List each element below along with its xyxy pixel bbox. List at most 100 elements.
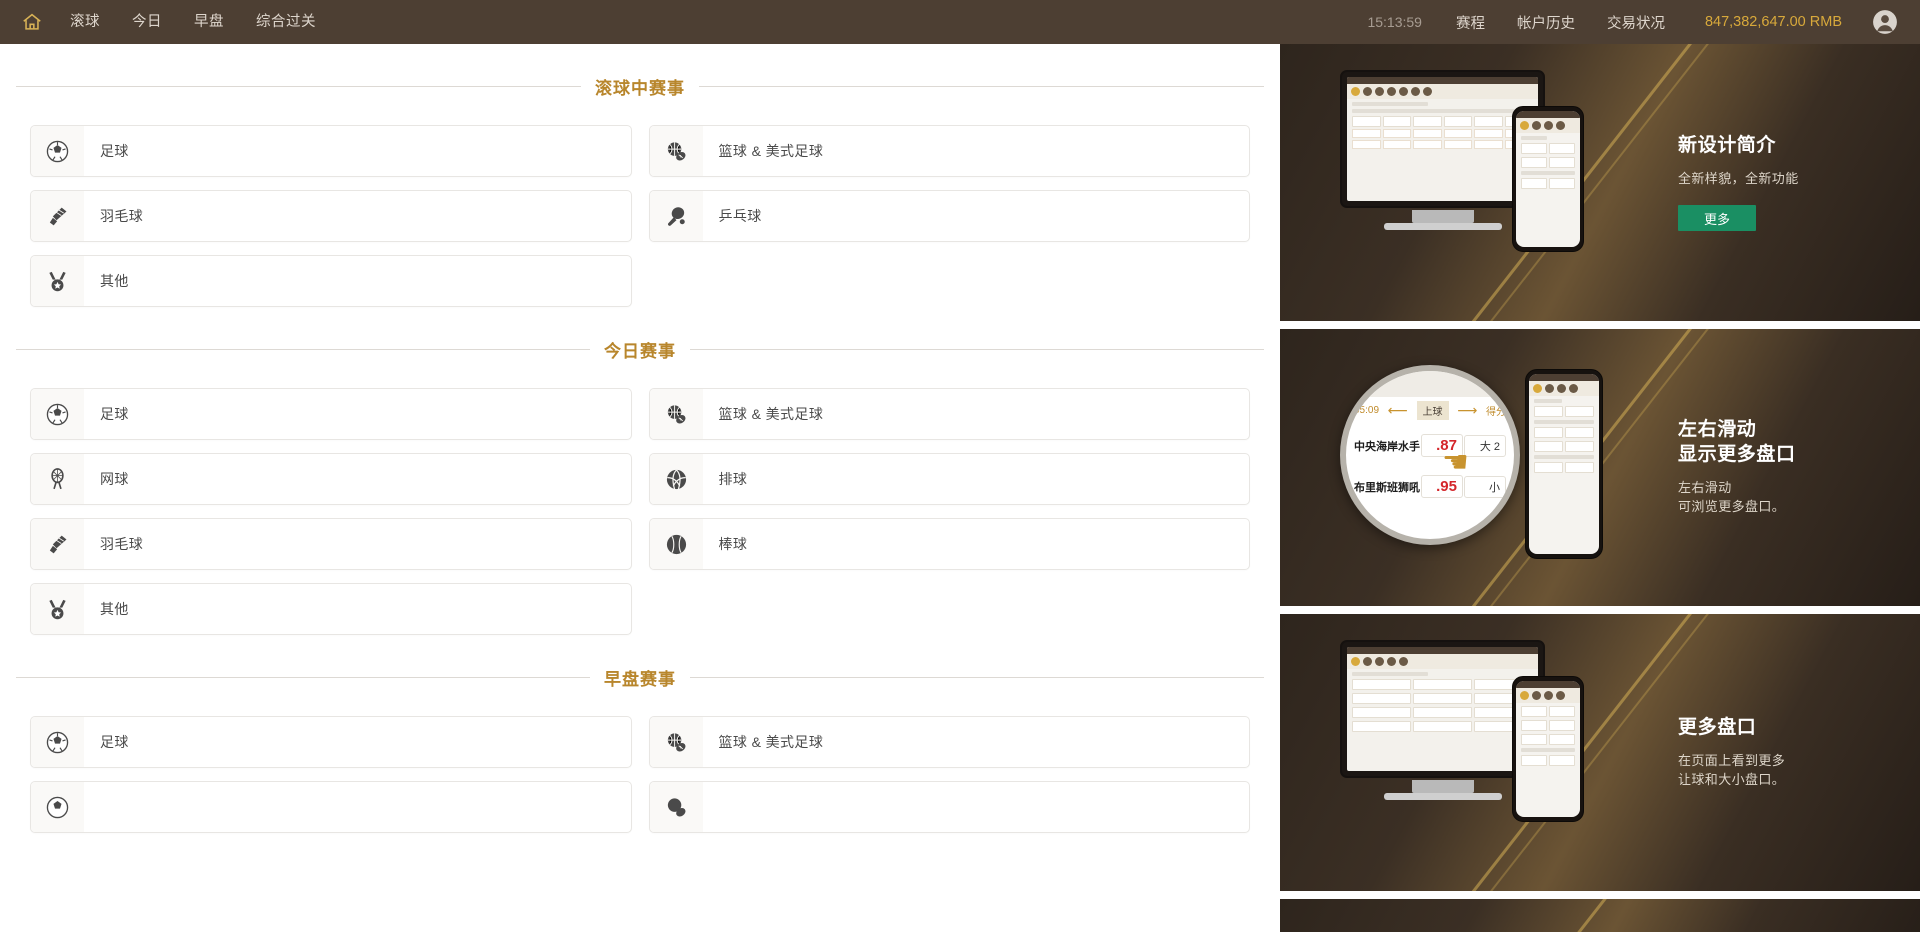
arrow-right-icon: ⟶ xyxy=(1457,402,1478,418)
basketball-football-icon xyxy=(649,782,703,832)
section-title-early: 早盘赛事 xyxy=(604,670,676,689)
magnifier-lens: 05:09 ⟵ 上球 ⟶ 得分 中央海岸水手 .87 大 2 布里斯班狮吼 .9… xyxy=(1340,365,1520,545)
promo-heading: 左右滑动 显示更多盘口 xyxy=(1678,419,1796,465)
divider-right xyxy=(690,677,1264,678)
soccer-ball-icon xyxy=(31,126,84,176)
sport-label xyxy=(84,782,631,832)
basketball-football-icon xyxy=(649,717,703,767)
nav-item-live[interactable]: 滚球 xyxy=(54,0,116,44)
topbar-link-schedule[interactable]: 赛程 xyxy=(1440,12,1501,33)
topbar-link-transaction-status[interactable]: 交易状况 xyxy=(1591,12,1681,33)
divider-right xyxy=(690,349,1264,350)
topbar-right-group: 15:13:59 赛程 帐户历史 交易状况 847,382,647.00 RMB xyxy=(1349,5,1902,39)
page-body: 滚球中赛事 足球 篮球 & 美式足球 羽毛球 乒乓球 其他 今日赛事 足球 篮球… xyxy=(0,44,1920,932)
sport-card-partial-left[interactable] xyxy=(30,781,632,833)
promo-copy: 左右滑动 显示更多盘口 左右滑动 可浏览更多盘口。 xyxy=(1670,329,1920,606)
home-icon[interactable] xyxy=(10,0,54,44)
sport-label: 乒乓球 xyxy=(718,208,762,224)
badminton-icon xyxy=(31,191,84,241)
magnifier-swipe-mockup: 05:09 ⟵ 上球 ⟶ 得分 中央海岸水手 .87 大 2 布里斯班狮吼 .9… xyxy=(1280,329,1670,606)
sport-label: 篮球 & 美式足球 xyxy=(718,406,824,422)
main-content[interactable]: 滚球中赛事 足球 篮球 & 美式足球 羽毛球 乒乓球 其他 今日赛事 足球 篮球… xyxy=(0,44,1280,932)
promo-card-partial[interactable] xyxy=(1280,899,1920,932)
clock: 15:13:59 xyxy=(1367,14,1422,30)
divider-left xyxy=(16,349,590,350)
sport-label: 足球 xyxy=(100,406,129,422)
sport-grid-live: 足球 篮球 & 美式足球 羽毛球 乒乓球 其他 xyxy=(16,125,1264,307)
account-balance: 847,382,647.00 RMB xyxy=(1704,14,1842,30)
sport-label: 足球 xyxy=(100,734,129,750)
section-title-today: 今日赛事 xyxy=(604,342,676,361)
top-navigation-bar: 滚球 今日 早盘 综合过关 15:13:59 赛程 帐户历史 交易状况 847,… xyxy=(0,0,1920,44)
baseball-icon xyxy=(649,519,703,569)
sport-card-badminton[interactable]: 羽毛球 xyxy=(30,190,632,242)
nav-item-today[interactable]: 今日 xyxy=(116,0,178,44)
sport-label: 篮球 & 美式足球 xyxy=(718,734,824,750)
promo-card-more-markets[interactable]: 更多盘口 在页面上看到更多 让球和大小盘口。 xyxy=(1280,614,1920,891)
badminton-icon xyxy=(31,519,84,569)
sport-label: 排球 xyxy=(718,471,748,487)
user-avatar-icon[interactable] xyxy=(1868,5,1902,39)
topbar-left-group: 滚球 今日 早盘 综合过关 xyxy=(10,0,332,44)
sport-label xyxy=(703,782,1250,832)
sport-card-soccer[interactable]: 足球 xyxy=(30,125,632,177)
sport-card-volleyball[interactable]: 排球 xyxy=(648,453,1250,505)
sport-label: 足球 xyxy=(100,143,129,159)
sport-label: 其他 xyxy=(100,273,129,289)
sport-label: 羽毛球 xyxy=(100,208,144,224)
sport-card-badminton[interactable]: 羽毛球 xyxy=(30,518,632,570)
hand-pointer-icon: ☚ xyxy=(1442,446,1469,479)
desktop-phone-mockup xyxy=(1280,44,1670,321)
phone-mockup xyxy=(1512,106,1584,252)
phone-mockup xyxy=(1512,676,1584,822)
volleyball-icon xyxy=(649,454,703,504)
promo-copy: 新设计简介 全新样貌，全新功能 更多 xyxy=(1670,44,1920,321)
desktop-phone-mockup xyxy=(1280,614,1670,891)
sport-label: 网球 xyxy=(100,471,129,487)
sport-card-basketball-football[interactable]: 篮球 & 美式足球 xyxy=(648,388,1250,440)
section-header-today: 今日赛事 xyxy=(16,337,1264,362)
soccer-ball-icon xyxy=(31,717,84,767)
basketball-football-icon xyxy=(649,389,703,439)
magnifier-market-right: 得分 xyxy=(1486,407,1506,418)
promo-body: 全新样貌，全新功能 xyxy=(1678,171,1799,187)
sport-label: 棒球 xyxy=(718,536,748,552)
magnifier-time: 05:09 xyxy=(1354,405,1380,416)
promo-card-swipe[interactable]: 05:09 ⟵ 上球 ⟶ 得分 中央海岸水手 .87 大 2 布里斯班狮吼 .9… xyxy=(1280,329,1920,606)
divider-right xyxy=(699,86,1264,87)
medal-icon xyxy=(31,256,84,306)
section-title-live: 滚球中赛事 xyxy=(595,79,685,98)
magnifier-market-chip: 上球 xyxy=(1416,401,1449,420)
magnifier-over-label: 大 2 xyxy=(1464,434,1506,457)
promo-body: 在页面上看到更多 让球和大小盘口。 xyxy=(1678,752,1786,787)
sport-label: 其他 xyxy=(100,601,129,617)
sport-card-baseball[interactable]: 棒球 xyxy=(648,518,1250,570)
topbar-link-account-history[interactable]: 帐户历史 xyxy=(1501,12,1591,33)
sport-card-other[interactable]: 其他 xyxy=(30,583,632,635)
sport-card-soccer[interactable]: 足球 xyxy=(30,388,632,440)
sport-label: 篮球 & 美式足球 xyxy=(718,143,824,159)
phone-mockup xyxy=(1525,369,1603,559)
promo-copy: 更多盘口 在页面上看到更多 让球和大小盘口。 xyxy=(1670,614,1920,891)
promo-more-button[interactable]: 更多 xyxy=(1678,205,1756,232)
nav-item-early[interactable]: 早盘 xyxy=(178,0,240,44)
basketball-football-icon xyxy=(649,126,703,176)
promo-card-new-design[interactable]: 新设计简介 全新样貌，全新功能 更多 xyxy=(1280,44,1920,321)
medal-icon xyxy=(31,584,84,634)
soccer-ball-icon xyxy=(31,782,84,832)
sport-card-basketball-football[interactable]: 篮球 & 美式足球 xyxy=(648,716,1250,768)
sport-card-other[interactable]: 其他 xyxy=(30,255,632,307)
magnifier-home-team: 中央海岸水手 xyxy=(1354,440,1420,453)
nav-item-parlay[interactable]: 综合过关 xyxy=(240,0,332,44)
sport-card-partial-right[interactable] xyxy=(648,781,1250,833)
sport-card-tennis[interactable]: 网球 xyxy=(30,453,632,505)
sport-card-soccer[interactable]: 足球 xyxy=(30,716,632,768)
sport-card-basketball-football[interactable]: 篮球 & 美式足球 xyxy=(648,125,1250,177)
sections-container: 滚球中赛事 足球 篮球 & 美式足球 羽毛球 乒乓球 其他 今日赛事 足球 篮球… xyxy=(0,74,1280,833)
magnifier-away-team: 布里斯班狮吼 xyxy=(1354,481,1420,494)
promo-heading: 更多盘口 xyxy=(1678,716,1757,738)
promo-heading: 新设计简介 xyxy=(1678,134,1777,156)
sport-grid-early: 足球 篮球 & 美式足球 xyxy=(16,716,1264,833)
sport-card-table-tennis[interactable]: 乒乓球 xyxy=(648,190,1250,242)
promo-body: 左右滑动 可浏览更多盘口。 xyxy=(1678,479,1786,514)
